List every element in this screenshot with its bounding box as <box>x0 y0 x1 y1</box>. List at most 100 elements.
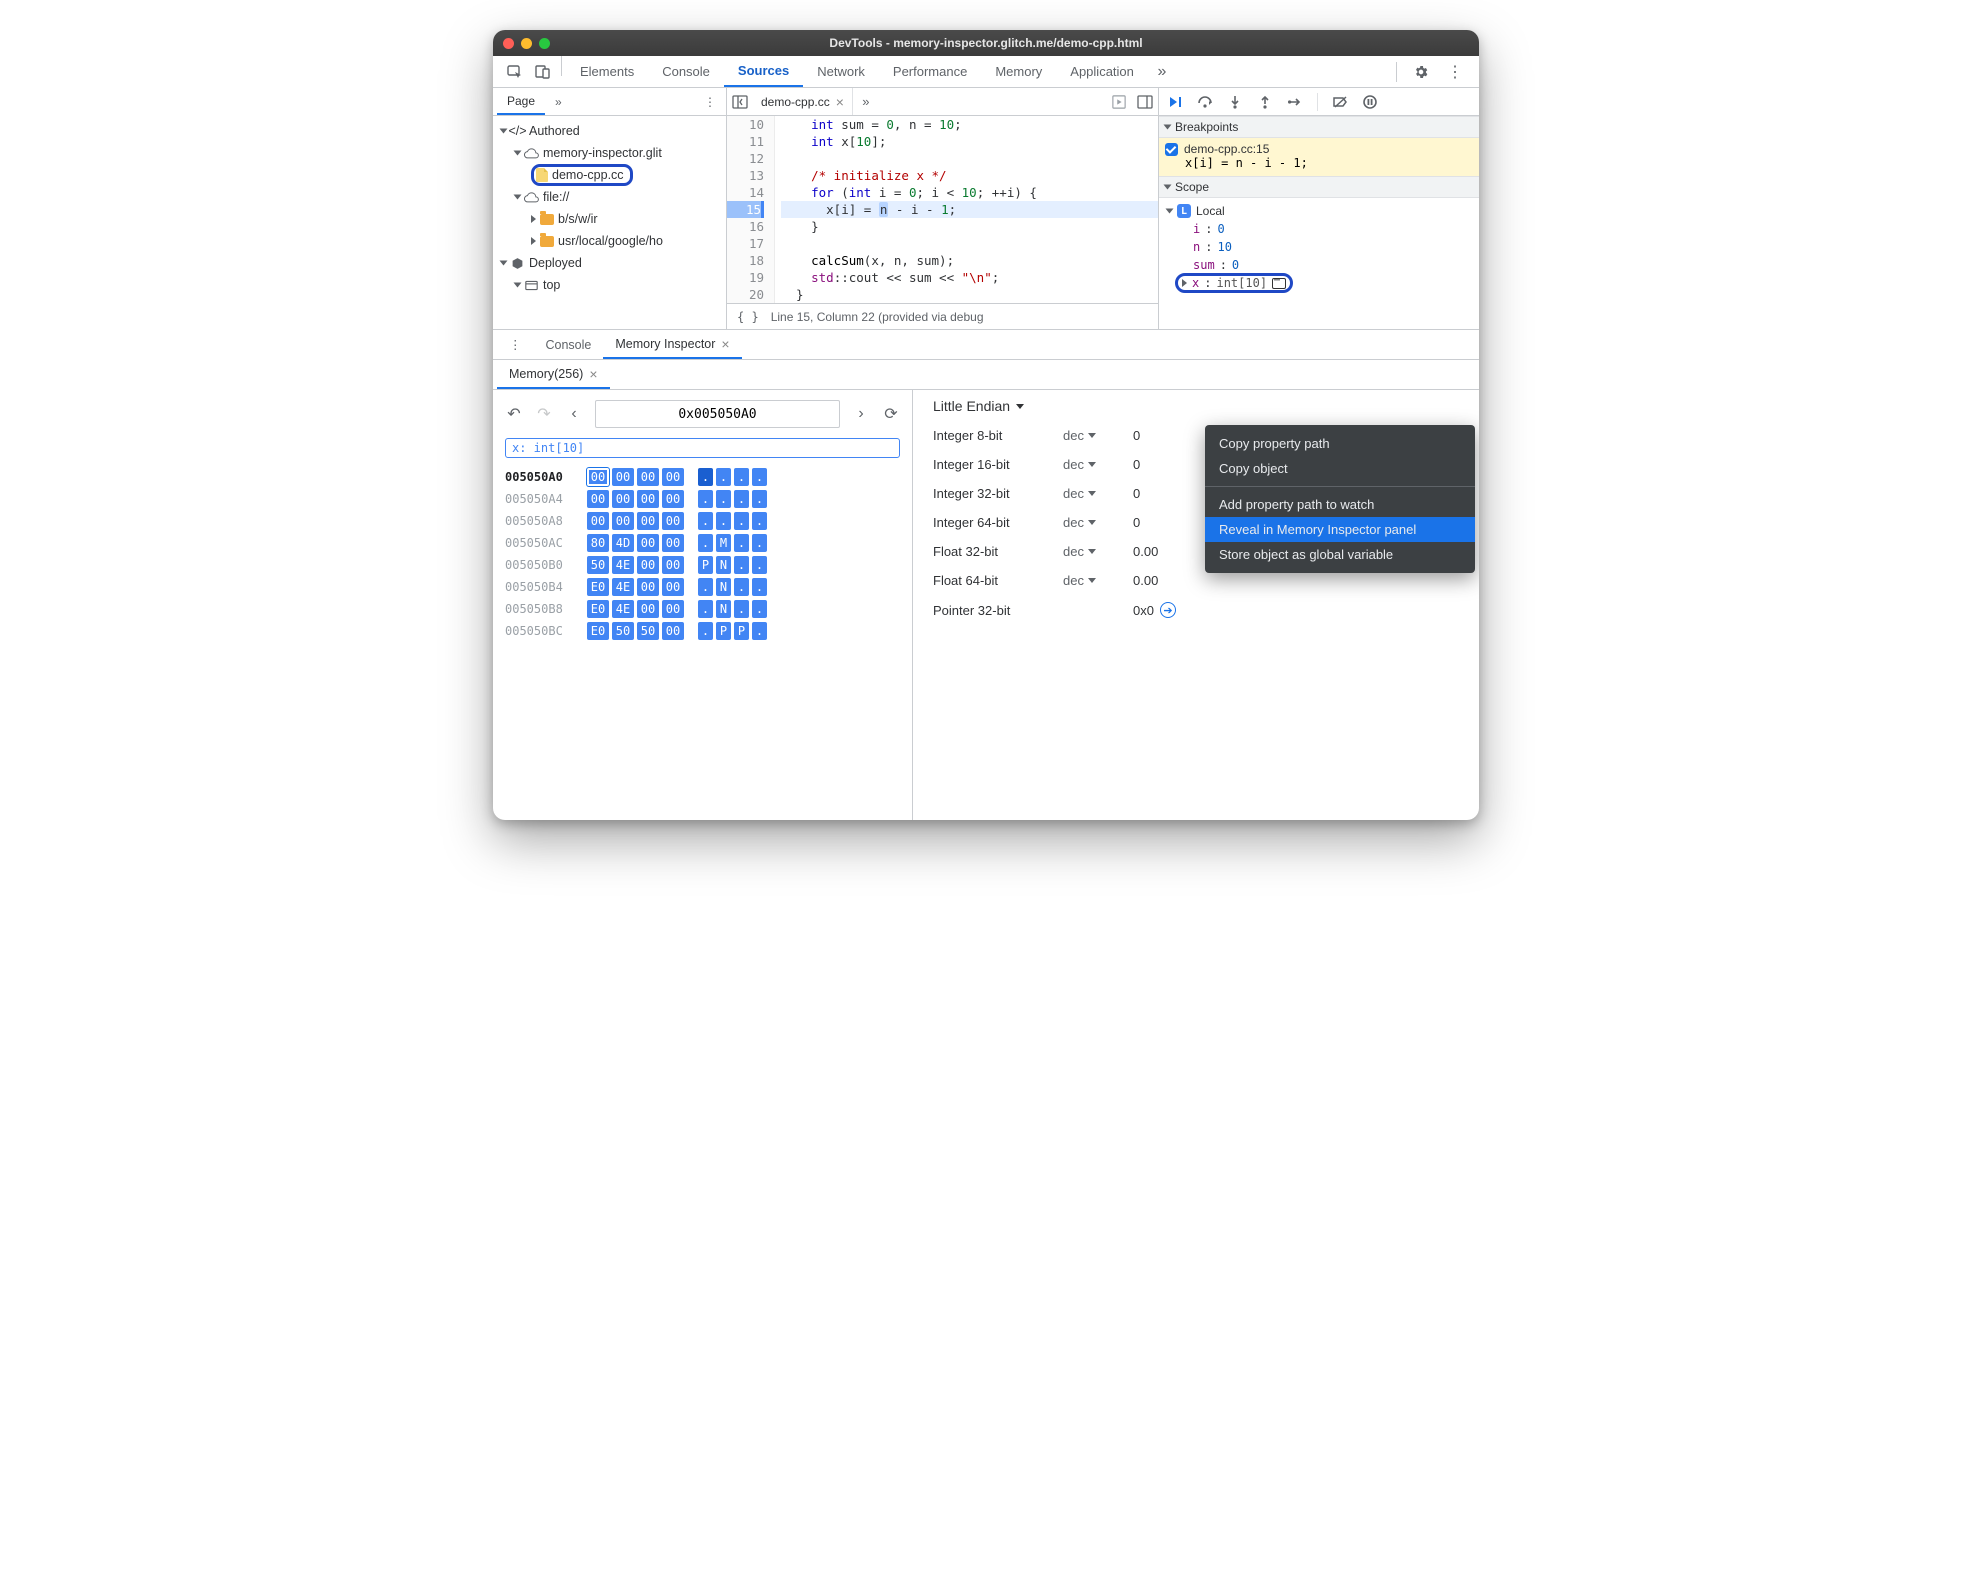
file-tree: </>Authored memory-inspector.glit demo-c… <box>493 116 726 300</box>
tree-deployed[interactable]: Deployed <box>493 252 726 274</box>
ctx-reveal-memory-inspector[interactable]: Reveal in Memory Inspector panel <box>1205 517 1475 542</box>
hex-row[interactable]: 005050A800000000.... <box>505 512 900 530</box>
settings-icon[interactable] <box>1407 64 1435 80</box>
tree-domain[interactable]: memory-inspector.glit <box>493 142 726 164</box>
code-icon: </> <box>510 124 525 139</box>
ctx-store-global[interactable]: Store object as global variable <box>1205 542 1475 567</box>
ctx-copy-object[interactable]: Copy object <box>1205 456 1475 481</box>
tab-console[interactable]: Console <box>648 56 724 87</box>
format-select[interactable]: dec <box>1063 428 1133 443</box>
scope-var-i[interactable]: i: 0 <box>1167 220 1479 238</box>
cursor-position: Line 15, Column 22 (provided via debug <box>771 310 984 324</box>
scope-section[interactable]: Scope <box>1159 176 1479 198</box>
local-badge-icon: L <box>1177 204 1191 218</box>
memory-icon[interactable] <box>1272 278 1286 289</box>
minimize-window-icon[interactable] <box>521 38 532 49</box>
format-select[interactable]: dec <box>1063 515 1133 530</box>
line-gutter[interactable]: 1011121314151617181920 <box>727 116 775 303</box>
drawer-tab-memory-inspector[interactable]: Memory Inspector× <box>603 330 741 359</box>
tab-sources[interactable]: Sources <box>724 56 803 87</box>
step-into-icon[interactable] <box>1227 94 1243 110</box>
tab-network[interactable]: Network <box>803 56 879 87</box>
tab-application[interactable]: Application <box>1056 56 1148 87</box>
hex-row[interactable]: 005050BCE0505000.PP. <box>505 622 900 640</box>
kebab-menu-icon[interactable]: ⋮ <box>1441 62 1469 82</box>
tree-file-demo-cpp[interactable]: demo-cpp.cc <box>493 164 726 186</box>
close-tab-icon[interactable]: × <box>836 94 844 110</box>
value-row: Float 64-bitdec 0.00 <box>933 573 1459 588</box>
maximize-window-icon[interactable] <box>539 38 550 49</box>
scope-local[interactable]: LLocal <box>1167 202 1479 220</box>
format-select[interactable]: dec <box>1063 457 1133 472</box>
file-icon <box>536 168 548 182</box>
close-tab-icon[interactable]: × <box>589 366 597 382</box>
value-row: Pointer 32-bit0x0➔ <box>933 602 1459 618</box>
pause-on-exceptions-icon[interactable] <box>1362 94 1378 110</box>
hex-row[interactable]: 005050B0504E0000PN.. <box>505 556 900 574</box>
tab-memory[interactable]: Memory <box>981 56 1056 87</box>
context-menu: Copy property path Copy object Add prope… <box>1205 425 1475 573</box>
drawer-menu-icon[interactable]: ⋮ <box>497 330 534 359</box>
jump-to-address-icon[interactable]: ➔ <box>1160 602 1176 618</box>
hex-viewer[interactable]: 005050A000000000.... 005050A400000000....… <box>505 468 900 644</box>
close-window-icon[interactable] <box>503 38 514 49</box>
hex-row[interactable]: 005050B4E04E0000.N.. <box>505 578 900 596</box>
device-toolbar-icon[interactable] <box>529 56 557 87</box>
scope-var-x[interactable]: x: int[10] <box>1167 274 1479 292</box>
history-back-icon[interactable]: ↶ <box>505 404 523 424</box>
hex-row[interactable]: 005050B8E04E0000.N.. <box>505 600 900 618</box>
page-next-icon[interactable]: › <box>852 405 870 423</box>
editor-status-bar: { } Line 15, Column 22 (provided via deb… <box>727 303 1158 329</box>
endian-select[interactable]: Little Endian <box>933 398 1459 414</box>
step-over-icon[interactable] <box>1197 94 1213 110</box>
code-content[interactable]: int sum = 0, n = 10; int x[10]; /* initi… <box>775 116 1158 303</box>
memory-tab[interactable]: Memory(256)× <box>497 360 610 389</box>
step-icon[interactable] <box>1287 94 1303 110</box>
breakpoint-item[interactable]: demo-cpp.cc:15 x[i] = n - i - 1; <box>1159 138 1479 176</box>
navigator-menu-icon[interactable]: ⋮ <box>694 88 726 115</box>
more-tabs-icon[interactable]: » <box>1148 56 1176 87</box>
format-select[interactable]: dec <box>1063 486 1133 501</box>
page-prev-icon[interactable]: ‹ <box>565 405 583 423</box>
tab-performance[interactable]: Performance <box>879 56 981 87</box>
toggle-debugger-icon[interactable] <box>1132 88 1158 115</box>
memory-object-badge[interactable]: x: int[10] <box>505 438 900 458</box>
inspect-element-icon[interactable] <box>501 56 529 87</box>
format-select[interactable]: dec <box>1063 544 1133 559</box>
address-input[interactable] <box>595 400 840 428</box>
step-out-icon[interactable] <box>1257 94 1273 110</box>
tree-file-protocol[interactable]: file:// <box>493 186 726 208</box>
scope-var-n[interactable]: n: 10 <box>1167 238 1479 256</box>
navigator-more-tabs-icon[interactable]: » <box>545 88 572 115</box>
history-forward-icon: ↷ <box>535 404 553 424</box>
tree-folder-1[interactable]: b/s/w/ir <box>493 208 726 230</box>
editor-more-tabs-icon[interactable]: » <box>853 88 879 115</box>
scope-var-sum[interactable]: sum: 0 <box>1167 256 1479 274</box>
tab-elements[interactable]: Elements <box>566 56 648 87</box>
breakpoints-section[interactable]: Breakpoints <box>1159 116 1479 138</box>
chevron-down-icon <box>1016 404 1024 409</box>
close-tab-icon[interactable]: × <box>721 336 729 352</box>
window-title: DevTools - memory-inspector.glitch.me/de… <box>493 36 1479 50</box>
tree-folder-2[interactable]: usr/local/google/ho <box>493 230 726 252</box>
format-select[interactable]: dec <box>1063 573 1133 588</box>
ctx-copy-property-path[interactable]: Copy property path <box>1205 431 1475 456</box>
hex-row[interactable]: 005050A400000000.... <box>505 490 900 508</box>
tree-top[interactable]: top <box>493 274 726 296</box>
editor-tab-demo-cpp[interactable]: demo-cpp.cc× <box>753 88 853 115</box>
drawer-tab-console[interactable]: Console <box>534 330 604 359</box>
hex-row[interactable]: 005050AC804D0000.M.. <box>505 534 900 552</box>
run-snippet-icon[interactable] <box>1106 88 1132 115</box>
folder-icon <box>540 214 554 225</box>
tree-authored[interactable]: </>Authored <box>493 120 726 142</box>
refresh-icon[interactable]: ⟳ <box>882 404 900 424</box>
toggle-navigator-icon[interactable] <box>727 88 753 115</box>
pretty-print-icon[interactable]: { } <box>737 310 759 324</box>
breakpoint-checkbox[interactable] <box>1165 143 1178 156</box>
hex-row[interactable]: 005050A000000000.... <box>505 468 900 486</box>
cloud-icon <box>524 190 539 205</box>
deactivate-breakpoints-icon[interactable] <box>1332 94 1348 110</box>
navigator-tab-page[interactable]: Page <box>497 88 545 115</box>
ctx-add-watch[interactable]: Add property path to watch <box>1205 492 1475 517</box>
resume-icon[interactable] <box>1167 94 1183 110</box>
